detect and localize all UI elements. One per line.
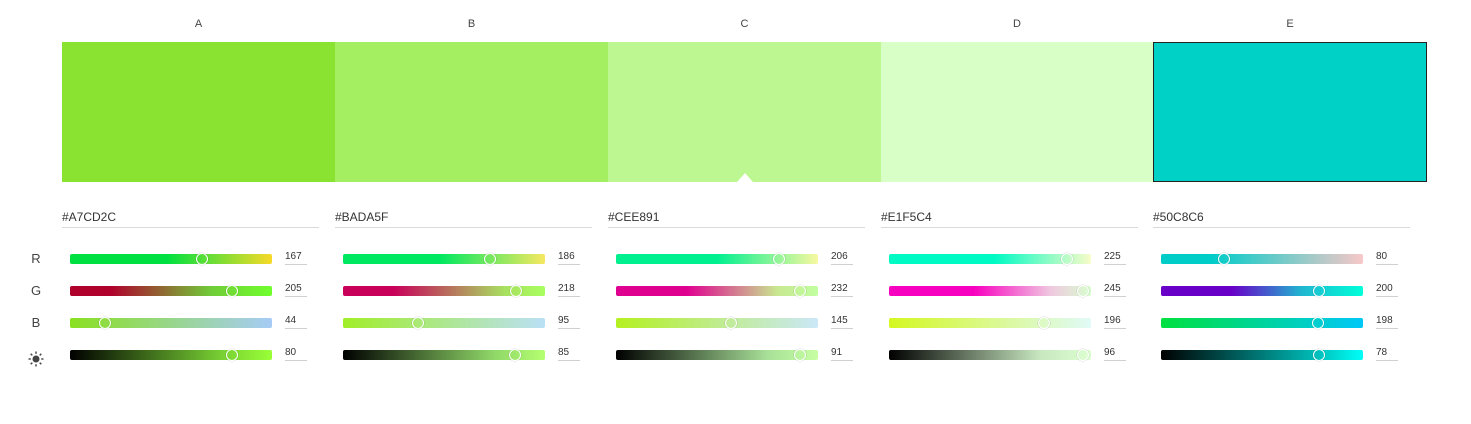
slider-brightness-c[interactable] [616,350,818,360]
slider-brightness-a[interactable] [70,350,272,360]
value-field-brightness-e[interactable]: 78 [1376,347,1398,361]
row-label-b: B [31,315,41,330]
slider-red-a[interactable] [70,254,272,264]
color-swatch-a[interactable] [62,42,335,182]
value-field-blue-e[interactable]: 198 [1376,315,1398,329]
value-field-green-a[interactable]: 205 [285,283,307,297]
value-field-brightness-a[interactable]: 80 [285,347,307,361]
value-field-red-b[interactable]: 186 [558,251,580,265]
hex-field-c[interactable]: #CEE891 [608,208,865,228]
value-field-brightness-d[interactable]: 96 [1104,347,1126,361]
slider-thumb-green-b[interactable] [509,285,522,297]
slider-thumb-blue-d[interactable] [1038,317,1051,329]
row-label-g: G [30,283,42,298]
swatch-label-c: C [740,18,749,30]
slider-blue-c[interactable] [616,318,818,328]
slider-thumb-blue-c[interactable] [724,317,737,329]
swatch-label-e: E [1286,18,1294,30]
slider-thumb-green-a[interactable] [226,285,239,297]
slider-thumb-blue-b[interactable] [412,317,425,329]
slider-blue-b[interactable] [343,318,545,328]
value-field-green-d[interactable]: 245 [1104,283,1126,297]
slider-green-a[interactable] [70,286,272,296]
selection-caret-icon [736,173,753,182]
slider-green-d[interactable] [889,286,1091,296]
hex-field-e[interactable]: #50C8C6 [1153,208,1410,228]
slider-brightness-d[interactable] [889,350,1091,360]
slider-thumb-brightness-c[interactable] [793,349,806,361]
sun-icon [28,351,44,367]
value-field-red-a[interactable]: 167 [285,251,307,265]
value-field-red-c[interactable]: 206 [831,251,853,265]
swatch-label-d: D [1013,18,1021,30]
slider-thumb-brightness-d[interactable] [1076,349,1089,361]
color-swatch-d[interactable] [881,42,1153,182]
slider-red-c[interactable] [616,254,818,264]
row-label-r: R [31,251,41,266]
hex-field-a[interactable]: #A7CD2C [62,208,319,228]
slider-thumb-red-e[interactable] [1218,253,1231,265]
slider-thumb-red-c[interactable] [773,253,786,265]
slider-thumb-brightness-a[interactable] [225,349,238,361]
swatch-label-b: B [467,18,476,30]
slider-red-b[interactable] [343,254,545,264]
slider-thumb-green-c[interactable] [793,285,806,297]
value-field-green-b[interactable]: 218 [558,283,580,297]
value-field-blue-b[interactable]: 95 [558,315,580,329]
slider-thumb-green-e[interactable] [1313,285,1326,297]
slider-blue-e[interactable] [1161,318,1363,328]
value-field-red-e[interactable]: 80 [1376,251,1398,265]
slider-thumb-green-d[interactable] [1077,285,1090,297]
slider-blue-d[interactable] [889,318,1091,328]
color-swatch-c[interactable] [608,42,881,182]
value-field-red-d[interactable]: 225 [1104,251,1126,265]
slider-thumb-red-b[interactable] [484,253,497,265]
value-field-brightness-b[interactable]: 85 [558,347,580,361]
slider-thumb-blue-a[interactable] [98,317,111,329]
slider-thumb-blue-e[interactable] [1311,317,1324,329]
color-swatch-e[interactable] [1153,42,1427,182]
slider-brightness-e[interactable] [1161,350,1363,360]
slider-thumb-red-a[interactable] [196,253,209,265]
hex-field-d[interactable]: #E1F5C4 [881,208,1138,228]
slider-red-e[interactable] [1161,254,1363,264]
slider-thumb-red-d[interactable] [1061,253,1074,265]
value-field-green-c[interactable]: 232 [831,283,853,297]
value-field-blue-a[interactable]: 44 [285,315,307,329]
slider-thumb-brightness-e[interactable] [1312,349,1325,361]
slider-thumb-brightness-b[interactable] [508,349,521,361]
value-field-green-e[interactable]: 200 [1376,283,1398,297]
hex-field-b[interactable]: #BADA5F [335,208,592,228]
slider-green-c[interactable] [616,286,818,296]
value-field-blue-c[interactable]: 145 [831,315,853,329]
color-swatch-b[interactable] [335,42,608,182]
value-field-blue-d[interactable]: 196 [1104,315,1126,329]
slider-green-e[interactable] [1161,286,1363,296]
value-field-brightness-c[interactable]: 91 [831,347,853,361]
swatch-label-a: A [194,18,203,30]
